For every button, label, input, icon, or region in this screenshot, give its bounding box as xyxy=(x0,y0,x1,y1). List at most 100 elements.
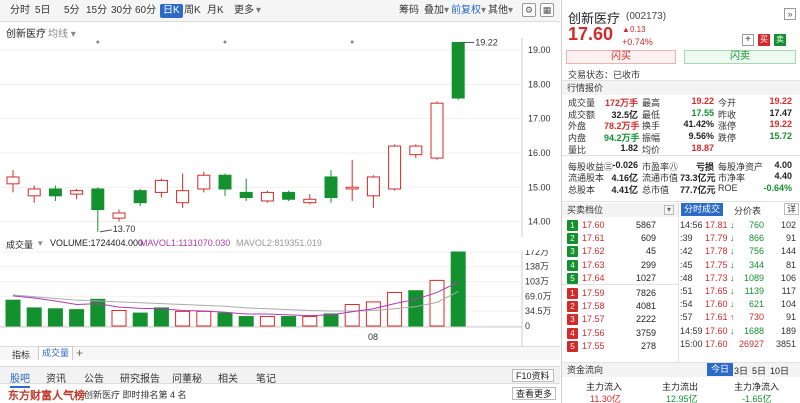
trade-direction-icon: ↓ xyxy=(730,299,735,310)
collapse-icon[interactable]: » xyxy=(784,8,796,20)
volume-bar xyxy=(344,303,360,327)
flash-buy-button[interactable]: 闪买 xyxy=(566,50,676,64)
level-price: 17.64 xyxy=(582,272,605,283)
level-volume: 7826 xyxy=(635,288,656,298)
tool-2[interactable]: 前复权 xyxy=(451,4,481,18)
candle-body xyxy=(430,102,444,159)
f10-button[interactable]: F10资料 xyxy=(512,369,554,382)
volume-bar xyxy=(259,316,275,327)
kline-chart[interactable]: 19.00 18.00 17.00 16.00 15.00 14.00 19.22 13.70 xyxy=(0,38,560,237)
orderbook-settings-icon[interactable]: ▾ xyxy=(664,205,674,215)
level-volume: 5867 xyxy=(635,220,656,230)
buy-shortcut-icon[interactable]: 买 xyxy=(758,34,770,46)
period-9[interactable]: 更多 xyxy=(234,4,254,18)
trade-count: 102 xyxy=(780,220,796,230)
tab-ask-secretary[interactable]: 问董秘 xyxy=(172,370,202,385)
flow-tab-today[interactable]: 今日 xyxy=(707,363,734,376)
flow-tab-10d[interactable]: 10日 xyxy=(770,364,789,377)
flow-tab-3d[interactable]: 3日 xyxy=(734,364,748,377)
tab-notes[interactable]: 笔记 xyxy=(256,370,276,385)
volume-bar xyxy=(153,307,169,327)
level-volume: 609 xyxy=(640,233,656,244)
sell-shortcut-icon[interactable]: 卖 xyxy=(774,34,786,46)
tab-price-table[interactable]: 分价表 xyxy=(734,204,761,217)
level-price: 17.59 xyxy=(582,288,605,298)
trade-time: :54 xyxy=(680,299,693,310)
quote-price: 17.60 xyxy=(568,24,614,44)
period-2[interactable]: 5分 xyxy=(64,4,80,18)
volume-dropdown-icon[interactable]: ▾ xyxy=(38,238,43,249)
quote-value: 9.56% xyxy=(688,131,714,142)
volume-bar xyxy=(238,316,254,327)
quote-value: 17.47 xyxy=(769,107,792,118)
flow-net-value: -1.65亿 xyxy=(742,394,772,403)
period-3[interactable]: 15分 xyxy=(86,4,107,18)
period-6[interactable]: 日K xyxy=(160,4,183,18)
candle-body xyxy=(451,41,465,99)
period-0[interactable]: 分时 xyxy=(10,4,30,18)
popularity-logo: 东方财富人气榜 xyxy=(8,390,85,402)
flash-sell-button[interactable]: 闪卖 xyxy=(684,50,796,64)
ranking-headline[interactable]: 创新医疗 即时排名第 4 名 xyxy=(84,388,187,401)
level-volume: 278 xyxy=(640,340,656,351)
more-dropdown-icon[interactable]: ▾ xyxy=(256,4,261,18)
tab-tick-trades[interactable]: 分时成交 xyxy=(681,203,724,216)
level-price: 17.60 xyxy=(582,220,605,230)
date-label: 08 xyxy=(368,332,378,342)
trade-direction-icon: ↓ xyxy=(730,325,735,336)
flow-tab-5d[interactable]: 5日 xyxy=(752,364,766,377)
level-badge: 5 xyxy=(567,340,578,352)
period-1[interactable]: 5日 xyxy=(35,4,51,18)
trade-time: :45 xyxy=(680,259,693,270)
add-watchlist-icon[interactable]: + xyxy=(742,34,754,46)
see-more-button[interactable]: 查看更多 xyxy=(512,387,557,400)
level-badge: 3 xyxy=(567,314,578,326)
quote-value: 18.87 xyxy=(691,142,714,153)
quote-value: 15.72 xyxy=(769,131,792,142)
tool-dropdown-icon[interactable]: ▾ xyxy=(508,4,513,18)
change-arrow-icon: ▲ xyxy=(622,25,630,34)
settings-icon[interactable]: ⚙ xyxy=(522,3,536,17)
candle-body xyxy=(345,186,359,190)
trades-detail-button[interactable]: 详 xyxy=(784,203,800,215)
volume-header: 成交量 ▾ VOLUME:1724404.000 MAVOL1:1131070.… xyxy=(0,237,560,250)
tab-announcements[interactable]: 公告 xyxy=(84,370,104,385)
volume-bar xyxy=(217,312,233,327)
quote-value: 77.7亿元 xyxy=(680,184,716,195)
high-marker-label: 19.22 xyxy=(475,38,498,47)
tool-dropdown-icon[interactable]: ▾ xyxy=(481,4,486,18)
tab-related[interactable]: 相关 xyxy=(218,370,238,385)
tab-volume[interactable]: 成交量 xyxy=(38,346,74,360)
volume-chart[interactable]: 172万 138万 103万 69.0万 34.5万 0 08 xyxy=(0,250,560,346)
divider xyxy=(562,284,678,285)
level-badge: 2 xyxy=(567,233,578,245)
candle-body xyxy=(154,179,168,193)
tab-news[interactable]: 资讯 xyxy=(46,370,66,385)
trade-price: 17.73 xyxy=(705,272,728,283)
volume-bar xyxy=(281,316,297,327)
tool-0[interactable]: 筹码 xyxy=(399,4,419,18)
tab-indicator[interactable]: 指标 xyxy=(12,348,30,361)
mavol2-value: MAVOL2:819351.019 xyxy=(236,238,322,248)
news-row: 东方财富人气榜 创新医疗 即时排名第 4 名 查看更多 xyxy=(0,384,560,403)
trade-count: 189 xyxy=(780,325,796,336)
tab-research[interactable]: 研究报告 xyxy=(120,370,160,385)
add-tab-icon[interactable]: + xyxy=(76,346,83,360)
trade-count: 104 xyxy=(780,299,796,310)
period-4[interactable]: 30分 xyxy=(111,4,132,18)
volume-tick-label: 138万 xyxy=(525,262,549,272)
trade-price: 17.78 xyxy=(705,246,728,257)
volume-tick-label: 103万 xyxy=(525,277,549,287)
grid-icon[interactable]: ▦ xyxy=(540,3,554,17)
tool-dropdown-icon[interactable]: ▾ xyxy=(444,4,449,18)
trade-direction-icon: ↓ xyxy=(730,272,735,283)
tool-1[interactable]: 叠加 xyxy=(424,4,444,18)
period-5[interactable]: 60分 xyxy=(135,4,156,18)
chart-toolbar: 分时 5日 5分 15分 30分 60分 日K 周K 月K 更多 ▾ 筹码 叠加 ▾ 前复权 ▾ 其他 ▾ ⚙ ▦ xyxy=(0,0,560,22)
period-8[interactable]: 月K xyxy=(207,4,224,18)
flash-sell-label: 闪卖 xyxy=(730,51,750,62)
quote-value: 4.00 xyxy=(774,159,792,170)
candle-body xyxy=(197,174,211,190)
tool-3[interactable]: 其他 xyxy=(488,4,508,18)
period-7[interactable]: 周K xyxy=(184,4,201,18)
